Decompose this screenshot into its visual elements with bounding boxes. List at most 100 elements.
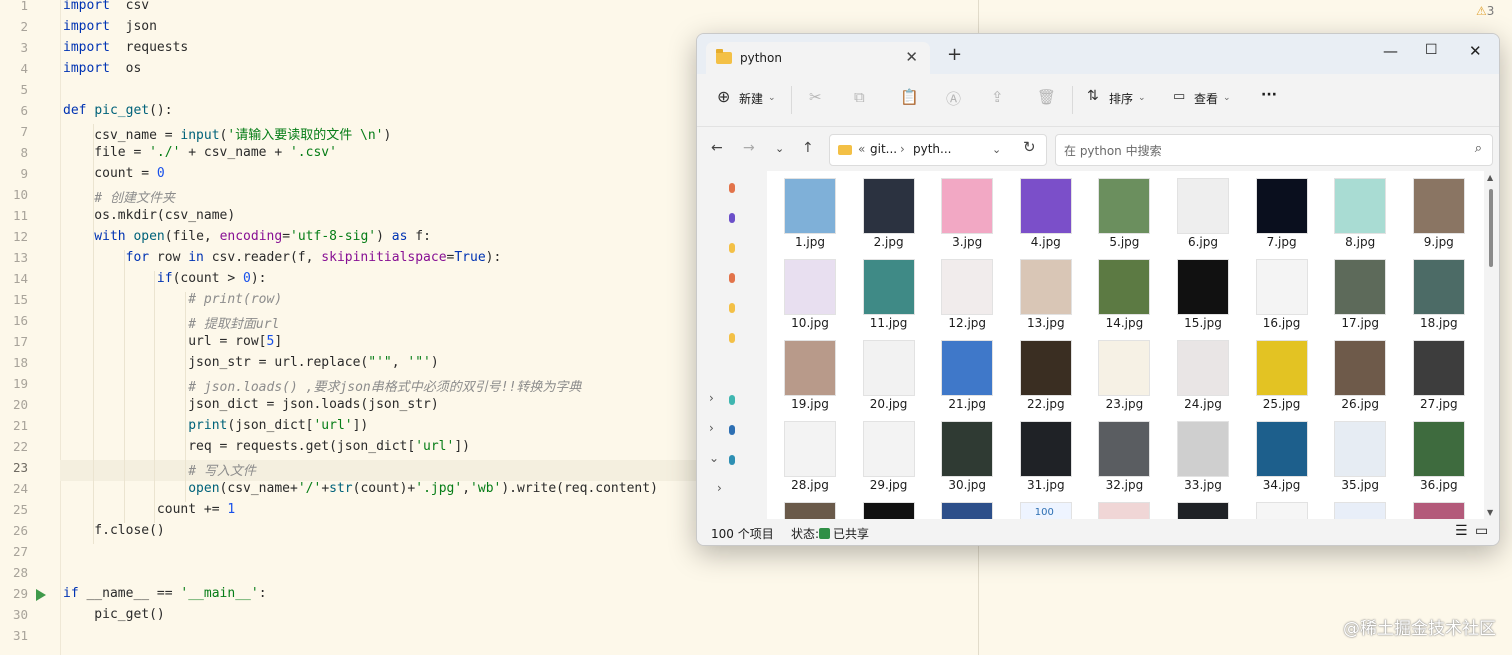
share-icon[interactable]: ⇪ [991,88,1004,106]
gutter-line[interactable]: 1 [0,0,60,19]
file-item[interactable]: 1.jpg [771,171,849,251]
rename-icon[interactable]: Ⓐ [946,88,961,109]
address-segment-python[interactable]: pyth... [913,142,951,156]
details-view-icon[interactable]: ☰ [1455,523,1468,539]
nav-item-icon[interactable] [729,455,735,465]
gutter-line[interactable]: 21 [0,418,60,439]
gutter-line[interactable]: 20 [0,397,60,418]
file-item[interactable]: 29.jpg [850,414,928,494]
forward-arrow-icon[interactable]: → [743,140,755,156]
gutter-line[interactable]: 12 [0,229,60,250]
code-line[interactable]: # 写入文件 [63,460,256,481]
gutter-line[interactable]: 11 [0,208,60,229]
file-item[interactable]: 14.jpg [1085,252,1163,332]
code-line[interactable]: file = './' + csv_name + '.csv' [63,145,337,166]
vertical-scrollbar[interactable]: ▲ ▼ [1485,171,1497,519]
code-line[interactable]: # 提取封面url [63,313,279,334]
gutter-line[interactable]: 5 [0,82,60,103]
sort-button[interactable]: 排序 [1109,90,1133,107]
title-bar[interactable]: python ✕ + — ☐ ✕ [697,34,1499,74]
nav-item-icon[interactable] [729,425,735,435]
nav-item-icon[interactable] [729,333,735,343]
gutter-line[interactable]: 19 [0,376,60,397]
gutter-line[interactable]: 8 [0,145,60,166]
gutter-line[interactable]: 10 [0,187,60,208]
warning-indicator[interactable]: ⚠3 [1476,4,1494,18]
file-item[interactable] [771,495,849,519]
code-line[interactable]: print(json_dict['url']) [63,418,368,439]
search-box[interactable]: 在 python 中搜索 ⌕ [1055,134,1493,166]
gutter-line[interactable]: 3 [0,40,60,61]
nav-item-icon[interactable] [729,183,735,193]
tiles-view-icon[interactable]: ▭ [1475,523,1488,539]
code-line[interactable]: url = row[5] [63,334,282,355]
gutter-line[interactable]: 13 [0,250,60,271]
file-item[interactable]: 18.jpg [1400,252,1478,332]
code-line[interactable]: os.mkdir(csv_name) [63,208,235,229]
file-item[interactable]: 24.jpg [1164,333,1242,413]
gutter-line[interactable]: 17 [0,334,60,355]
file-item[interactable]: 28.jpg [771,414,849,494]
gutter-line[interactable]: 16 [0,313,60,334]
code-line[interactable]: with open(file, encoding='utf-8-sig') as… [63,229,431,250]
file-item[interactable]: 30.jpg [928,414,1006,494]
code-line[interactable]: import csv [63,0,149,19]
file-item[interactable]: 7.jpg [1243,171,1321,251]
scroll-up-icon[interactable]: ▲ [1487,173,1493,182]
gutter-line[interactable]: 24 [0,481,60,502]
refresh-icon[interactable]: ↻ [1023,138,1036,156]
code-line[interactable]: json_str = url.replace("'", '"') [63,355,438,376]
file-item[interactable]: 19.jpg [771,333,849,413]
file-explorer-window[interactable]: python ✕ + — ☐ ✕ ⊕ 新建 ⌄ ✂ ⧉ 📋 Ⓐ ⇪ 🗑 ⇅ 排序… [696,33,1500,546]
close-tab-icon[interactable]: ✕ [905,48,918,66]
up-arrow-icon[interactable]: ↑ [802,140,814,156]
close-window-button[interactable]: ✕ [1469,42,1482,60]
code-line[interactable]: import os [63,61,141,82]
file-item[interactable]: 100 [1007,495,1085,519]
code-line[interactable]: count += 1 [63,502,235,523]
scroll-down-icon[interactable]: ▼ [1487,508,1493,517]
file-item[interactable]: 2.jpg [850,171,928,251]
nav-item-icon[interactable] [729,303,735,313]
file-item[interactable]: 32.jpg [1085,414,1163,494]
address-dropdown-icon[interactable]: ⌄ [992,143,1001,156]
code-line[interactable]: import requests [63,40,188,61]
file-item[interactable]: 9.jpg [1400,171,1478,251]
nav-item-icon[interactable] [729,395,735,405]
file-grid[interactable]: 1.jpg 2.jpg 3.jpg 4.jpg 5.jpg 6.jpg 7.jpg 8.jpg… [767,171,1484,519]
tab-python[interactable]: python ✕ [706,42,930,74]
new-tab-button[interactable]: + [947,46,962,64]
scrollbar-thumb[interactable] [1489,189,1493,267]
file-item[interactable]: 8.jpg [1321,171,1399,251]
address-bar[interactable]: « git... › pyth... ⌄ [829,134,1047,166]
file-item[interactable]: 17.jpg [1321,252,1399,332]
code-line[interactable]: json_dict = json.loads(json_str) [63,397,438,418]
file-item[interactable]: 27.jpg [1400,333,1478,413]
file-item[interactable]: 12.jpg [928,252,1006,332]
code-line[interactable]: open(csv_name+'/'+str(count)+'.jpg','wb'… [63,481,658,502]
run-main-icon[interactable] [36,589,46,601]
file-item[interactable]: 3.jpg [928,171,1006,251]
gutter-line[interactable]: 26 [0,523,60,544]
gutter-line[interactable]: 28 [0,565,60,586]
code-line[interactable]: # print(row) [63,292,282,313]
file-item[interactable]: 13.jpg [1007,252,1085,332]
code-line[interactable]: f.close() [63,523,164,544]
gutter-line[interactable]: 22 [0,439,60,460]
view-button[interactable]: 查看 [1194,90,1218,107]
code-line[interactable]: if(count > 0): [63,271,267,292]
code-line[interactable]: req = requests.get(json_dict['url']) [63,439,470,460]
nav-item-icon[interactable] [729,243,735,253]
gutter-line[interactable]: 31 [0,628,60,649]
recent-locations-icon[interactable]: ⌄ [775,142,784,155]
expand-chevron-icon[interactable]: › [709,391,714,405]
navigation-pane[interactable]: › › ⌄ › [697,171,767,519]
file-item[interactable]: 20.jpg [850,333,928,413]
new-button[interactable]: 新建 [739,90,763,107]
gutter-line[interactable]: 30 [0,607,60,628]
gutter-line[interactable]: 23 [0,460,60,481]
file-item[interactable]: 11.jpg [850,252,928,332]
file-item[interactable]: 21.jpg [928,333,1006,413]
code-line[interactable]: # 创建文件夹 [63,187,175,208]
file-item[interactable] [1085,495,1163,519]
